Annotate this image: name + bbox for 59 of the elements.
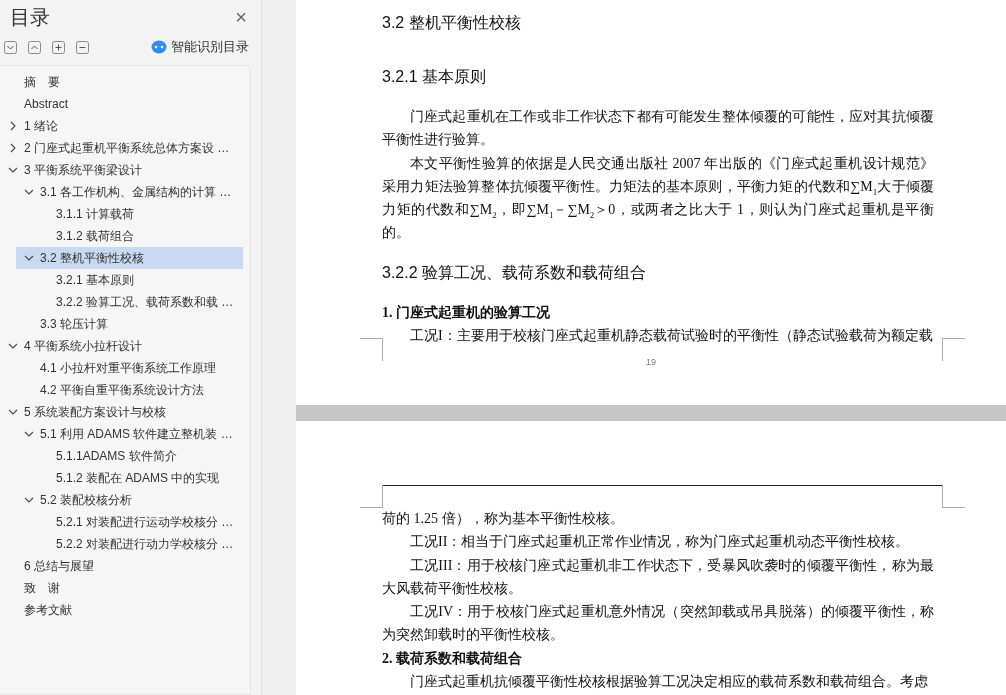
crop-mark xyxy=(360,485,383,508)
outline-item[interactable]: 3.1.2 载荷组合 xyxy=(32,225,243,247)
close-button[interactable]: × xyxy=(235,7,247,27)
chevron-down-icon[interactable] xyxy=(24,429,34,439)
subsection-heading: 3.2.1 基本原则 xyxy=(382,67,488,87)
bold-heading: 2. 载荷系数和载荷组合 xyxy=(382,649,523,668)
outline-item[interactable]: 3.2.1 基本原则 xyxy=(32,269,243,291)
subsection-heading: 3.2.2 验算工况、载荷系数和载荷组合 xyxy=(382,262,648,283)
paragraph: 荷的 1.25 倍），称为基本平衡性校核。 xyxy=(382,510,625,528)
outline-item[interactable]: 4.1 小拉杆对重平衡系统工作原理 xyxy=(16,357,243,379)
paragraph: 门座式起重机在工作或非工作状态下都有可能发生整体倾覆的可能性，应对其抗倾覆平衡性进行验算。 xyxy=(382,108,935,150)
outline-item[interactable]: 摘 要 xyxy=(0,71,243,93)
outline-item[interactable]: 5.1.1ADAMS 软件简介 xyxy=(32,445,243,467)
outline-item[interactable]: 3.1.1 计算载荷 xyxy=(32,203,243,225)
crop-mark xyxy=(360,338,383,361)
paragraph: 本文平衡性验算的依据是人民交通出版社 2007 年出版的《门座式起重机设计规范》采用力矩法验算整体抗倾覆平衡性。力矩法的基本原则，平衡力矩的代数和∑M$_{1}$大于倾覆力矩的代数和∑M$_{2}$，即∑M$_{1}$－∑M$_{2}$＞0，或两者之比大于 1，则认为门座式起重机是平衡的。 xyxy=(382,154,935,243)
outline-item[interactable]: 1 绪论 xyxy=(0,115,243,137)
sidebar-title: 目录 xyxy=(10,4,50,30)
outline-item[interactable]: 5.1 利用 ADAMS 软件建立整机装 … xyxy=(16,423,243,445)
chevron-down-icon[interactable] xyxy=(24,187,34,197)
outline-item[interactable]: 5 系统装配方案设计与校核 xyxy=(0,401,243,423)
chevron-right-icon[interactable] xyxy=(8,143,18,153)
chevron-down-icon[interactable] xyxy=(24,253,34,263)
chevron-down-icon[interactable] xyxy=(8,341,18,351)
outline-item[interactable]: 3 平衡系统平衡梁设计 xyxy=(0,159,243,181)
outline-item[interactable]: 2 门座式起重机平衡系统总体方案设 … xyxy=(0,137,243,159)
outline-item[interactable]: 5.2.2 对装配进行动力学校核分 … xyxy=(32,533,243,555)
paragraph: 工况I：主要用于校核门座式起重机静态载荷试验时的平衡性（静态试验载荷为额定载 xyxy=(409,326,934,345)
paragraph: 工况II：相当于门座式起重机正常作业情况，称为门座式起重机动态平衡性校核。 xyxy=(409,533,911,552)
chevron-down-icon[interactable] xyxy=(24,495,34,505)
outline-item[interactable]: 4 平衡系统小拉杆设计 xyxy=(0,335,243,357)
chevron-down-icon[interactable] xyxy=(8,165,18,175)
crop-mark xyxy=(942,338,965,361)
paragraph: 门座式起重机抗倾覆平衡性校核根据验算工况决定相应的载荷系数和载荷组合。考虑 xyxy=(409,672,929,691)
outline-item[interactable]: 4.2 平衡自重平衡系统设计方法 xyxy=(16,379,243,401)
plus-icon[interactable] xyxy=(52,40,65,54)
chevron-up-icon[interactable] xyxy=(28,40,41,54)
cloud-icon xyxy=(151,40,167,54)
chevron-right-icon[interactable] xyxy=(8,121,18,131)
outline-item[interactable]: 3.2 整机平衡性校核 xyxy=(16,247,243,269)
crop-mark xyxy=(942,485,965,508)
outline-item[interactable]: 致 谢 xyxy=(0,577,243,599)
minus-icon[interactable] xyxy=(76,40,89,54)
outline-item[interactable]: 6 总结与展望 xyxy=(0,555,243,577)
bold-heading: 1. 门座式起重机的验算工况 xyxy=(382,303,551,322)
smart-toc-button[interactable]: 智能识别目录 xyxy=(151,38,249,56)
outline-item[interactable]: 5.2.1 对装配进行运动学校核分 … xyxy=(32,511,243,533)
outline-item[interactable]: 5.1.2 装配在 ADAMS 中的实现 xyxy=(32,467,243,489)
outline-item[interactable]: 3.3 轮压计算 xyxy=(16,313,243,335)
outline-item[interactable]: Abstract xyxy=(0,93,243,115)
outline-item[interactable]: 参考文献 xyxy=(0,599,243,621)
outline-item[interactable]: 5.2 装配校核分析 xyxy=(16,489,243,511)
outline-item[interactable]: 3.2.2 验算工况、载荷系数和载 … xyxy=(32,291,243,313)
page-number: 19 xyxy=(645,357,657,367)
section-heading: 3.2 整机平衡性校核 xyxy=(382,13,522,33)
chevron-down-icon[interactable] xyxy=(8,407,18,417)
paragraph: 工况IV：用于校核门座式起重机意外情况（突然卸载或吊具脱落）的倾覆平衡性，称为突然卸载时的平衡性校核。 xyxy=(382,603,935,645)
paragraph: 工况III：用于校核门座式起重机非工作状态下，受暴风吹袭时的倾覆平衡性，称为最大风载荷平衡性校核。 xyxy=(382,556,935,598)
outline-item[interactable]: 3.1 各工作机构、金属结构的计算 … xyxy=(16,181,243,203)
